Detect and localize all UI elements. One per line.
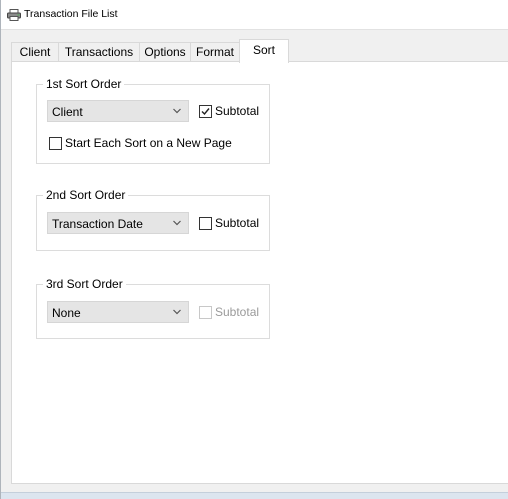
chevron-down-icon bbox=[173, 309, 181, 315]
tab-transactions[interactable]: Transactions bbox=[58, 42, 140, 61]
tab-format[interactable]: Format bbox=[190, 42, 240, 61]
combo-value: None bbox=[52, 306, 81, 320]
tab-client-label: Client bbox=[19, 45, 51, 59]
checkbox-box[interactable] bbox=[199, 217, 212, 230]
first-subtotal-checkbox[interactable]: Subtotal bbox=[199, 104, 267, 120]
third-sort-order-select[interactable]: None bbox=[47, 301, 189, 323]
second-sort-order-select[interactable]: Transaction Date bbox=[47, 212, 189, 234]
combo-value: Client bbox=[52, 105, 83, 119]
checkbox-label: Subtotal bbox=[215, 104, 260, 118]
group-legend: 2nd Sort Order bbox=[43, 187, 129, 203]
checkbox-label: Subtotal bbox=[215, 305, 260, 319]
combo-value: Transaction Date bbox=[52, 217, 143, 231]
chevron-down-icon bbox=[173, 108, 181, 114]
group-legend: 1st Sort Order bbox=[43, 76, 125, 92]
window-bottom-edge bbox=[1, 492, 508, 499]
checkbox-box[interactable] bbox=[49, 137, 62, 150]
checkbox-label: Subtotal bbox=[215, 216, 260, 230]
group-legend: 3rd Sort Order bbox=[43, 276, 126, 292]
chevron-down-icon bbox=[173, 220, 181, 226]
title-bar[interactable]: Transaction File List bbox=[1, 0, 508, 30]
checkbox-box[interactable] bbox=[199, 105, 212, 118]
tab-format-label: Format bbox=[195, 45, 234, 59]
first-sort-order-group: 1st Sort Order Client Subtotal Start Eac… bbox=[36, 76, 270, 164]
third-subtotal-checkbox[interactable]: Subtotal bbox=[199, 305, 267, 321]
checkmark-icon bbox=[201, 108, 210, 116]
new-page-checkbox[interactable]: Start Each Sort on a New Page bbox=[49, 136, 249, 152]
printer-icon bbox=[7, 9, 21, 21]
third-sort-order-group: 3rd Sort Order None Subtotal bbox=[36, 276, 270, 339]
tab-strip: Client Transactions Options Format Sort bbox=[11, 39, 508, 63]
second-sort-order-group: 2nd Sort Order Transaction Date Subtotal bbox=[36, 187, 270, 251]
tab-client[interactable]: Client bbox=[11, 42, 59, 61]
tab-sort[interactable]: Sort bbox=[239, 39, 289, 63]
window-title: Transaction File List bbox=[24, 8, 118, 20]
transaction-file-list-window: Transaction File List Client Transaction… bbox=[0, 0, 508, 499]
first-sort-order-select[interactable]: Client bbox=[47, 100, 189, 122]
tab-options-label: Options bbox=[144, 45, 186, 59]
checkbox-box[interactable] bbox=[199, 306, 212, 319]
checkbox-label: Start Each Sort on a New Page bbox=[65, 136, 232, 150]
tab-sort-label: Sort bbox=[252, 43, 275, 57]
second-subtotal-checkbox[interactable]: Subtotal bbox=[199, 216, 267, 232]
tab-options[interactable]: Options bbox=[139, 42, 191, 61]
tab-transactions-label: Transactions bbox=[64, 45, 134, 59]
